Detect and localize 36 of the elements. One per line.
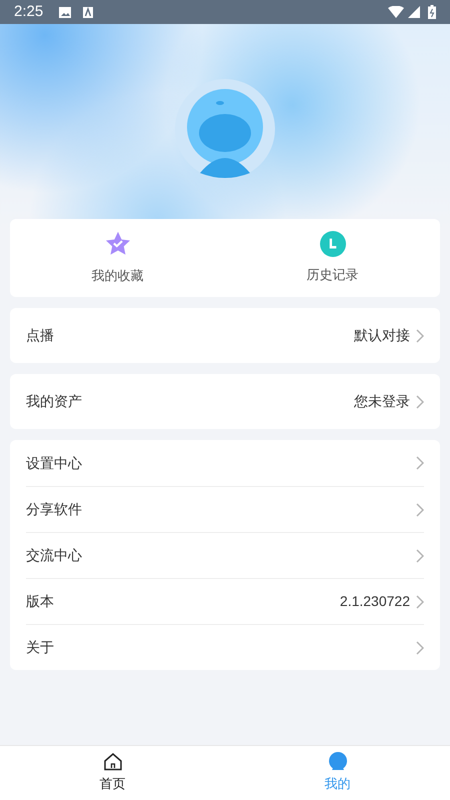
menu-row[interactable]: 交流中心 — [26, 532, 424, 578]
menu-row[interactable]: 版本 2.1.230722 — [26, 578, 424, 624]
home-icon — [102, 752, 122, 772]
wifi-icon — [388, 6, 404, 18]
chevron-right-icon — [416, 328, 424, 342]
chevron-right-icon — [416, 394, 424, 408]
row-value: 2.1.230722 — [340, 592, 410, 611]
image-icon — [59, 6, 72, 18]
menu-row[interactable]: 设置中心 — [26, 440, 424, 486]
menu-row[interactable]: 关于 — [26, 624, 424, 670]
row-label: 交流中心 — [26, 546, 82, 565]
menu-row[interactable]: 我的资产 您未登录 — [26, 374, 424, 429]
chevron-right-icon — [416, 548, 424, 562]
row-label: 我的资产 — [26, 392, 82, 411]
chevron-right-icon — [416, 502, 424, 516]
row-label: 设置中心 — [26, 454, 82, 472]
row-label: 版本 — [26, 592, 54, 611]
menu-row[interactable]: 分享软件 — [26, 486, 424, 532]
row-value: 您未登录 — [354, 392, 410, 411]
quick-action-button[interactable]: 历史记录 — [225, 219, 440, 297]
chevron-right-icon — [416, 594, 424, 608]
signal-icon — [408, 6, 420, 18]
battery-icon — [428, 5, 436, 19]
status-time: 2:25 — [14, 2, 44, 22]
nav-tab[interactable]: 首页 — [0, 746, 225, 800]
row-label: 点播 — [26, 326, 54, 345]
chevron-right-icon — [416, 456, 424, 470]
user-icon — [328, 752, 348, 772]
chevron-right-icon — [416, 640, 424, 654]
font-icon — [83, 6, 94, 18]
clock-icon — [320, 231, 346, 258]
menu-row[interactable]: 点播 默认对接 — [26, 308, 424, 363]
row-label: 关于 — [26, 638, 54, 657]
row-label: 分享软件 — [26, 500, 82, 519]
row-value: 默认对接 — [354, 326, 410, 345]
quick-action-button[interactable]: 我的收藏 — [10, 219, 225, 297]
